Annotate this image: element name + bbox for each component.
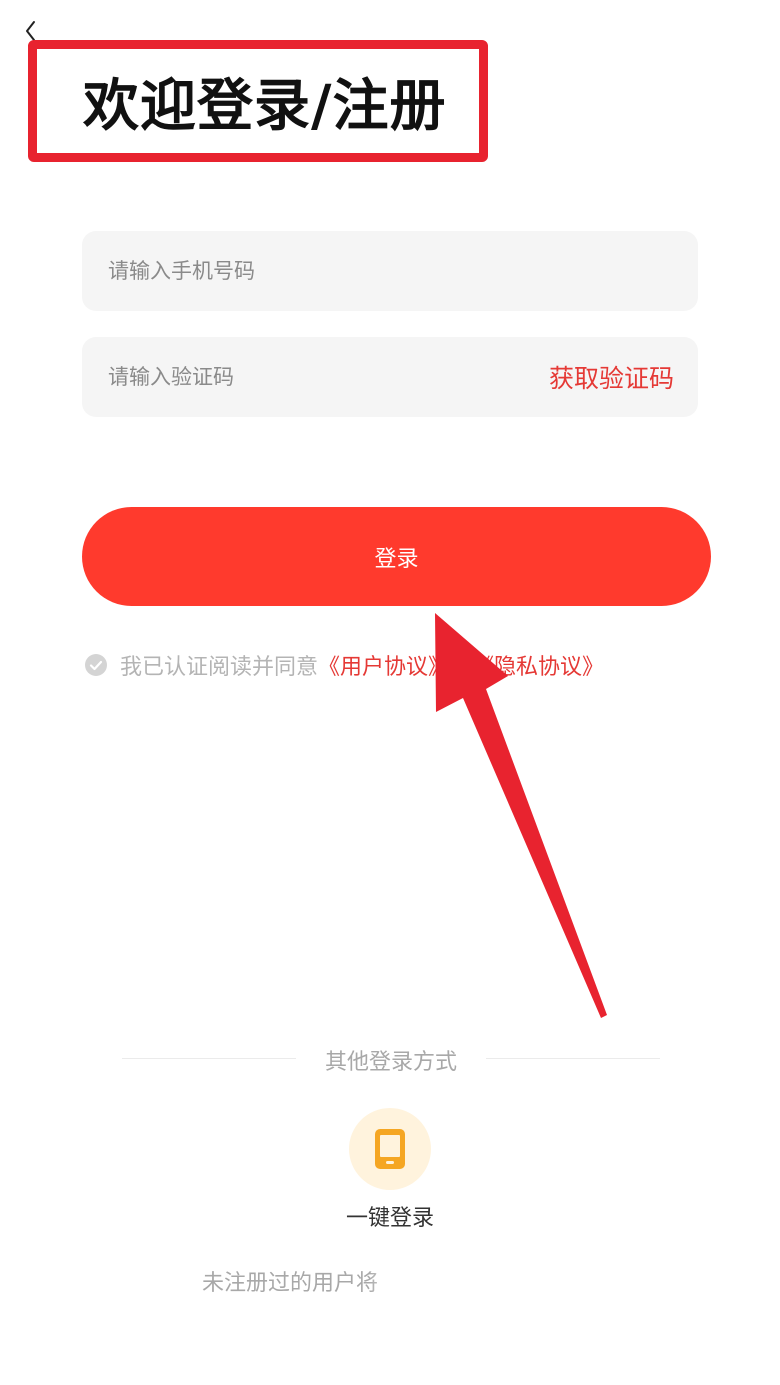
phone-field[interactable] xyxy=(82,231,698,311)
login-button[interactable]: 登录 xyxy=(82,507,711,606)
phone-input[interactable] xyxy=(106,258,674,284)
code-field[interactable]: 获取验证码 xyxy=(82,337,698,417)
footer-note: 未注册过的用户将 xyxy=(202,1271,379,1296)
one-key-login-button[interactable] xyxy=(349,1108,431,1190)
verification-code-input[interactable] xyxy=(106,364,549,390)
page-title: 欢迎登录/注册 xyxy=(83,73,447,139)
divider-left xyxy=(122,1058,296,1059)
agreement-row: 我已认证阅读并同意 《用户协议》 和 《隐私协议》 xyxy=(84,650,604,680)
user-agreement-link[interactable]: 《用户协议》 xyxy=(318,649,450,681)
get-code-button[interactable]: 获取验证码 xyxy=(549,359,674,395)
privacy-policy-link[interactable]: 《隐私协议》 xyxy=(472,649,604,681)
title-highlight-box: 欢迎登录/注册 xyxy=(28,40,488,162)
divider-right xyxy=(486,1058,660,1059)
agreement-connector: 和 xyxy=(450,655,473,680)
other-login-label: 其他登录方式 xyxy=(324,1050,457,1075)
agreement-prefix: 我已认证阅读并同意 xyxy=(120,655,319,680)
phone-icon xyxy=(375,1129,405,1169)
one-key-login-label[interactable]: 一键登录 xyxy=(300,1200,480,1232)
login-button-label: 登录 xyxy=(374,546,419,572)
footer-fade-overlay xyxy=(368,1250,508,1385)
check-circle-icon[interactable] xyxy=(84,653,108,677)
